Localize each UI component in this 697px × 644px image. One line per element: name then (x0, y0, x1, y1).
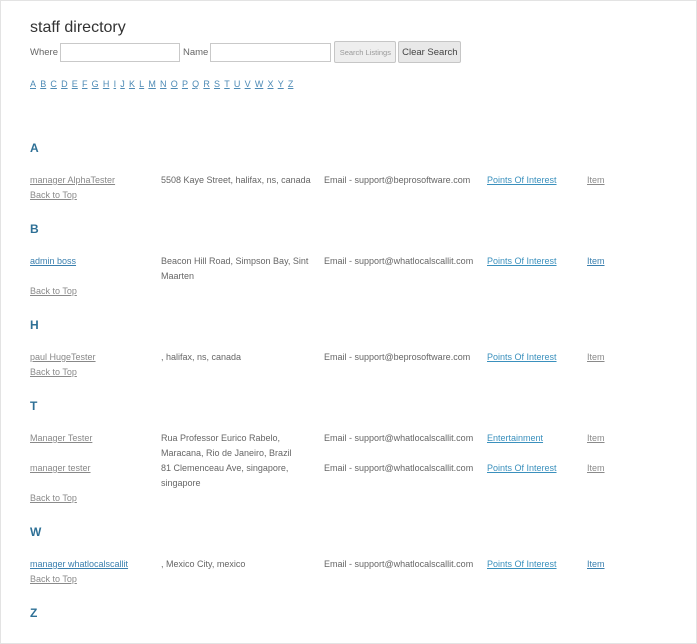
section-heading-w: W (30, 525, 42, 539)
category-link[interactable]: Points Of Interest (487, 350, 557, 365)
staff-address: Beacon Hill Road, Simpson Bay, Sint Maar… (161, 256, 309, 281)
search-listings-button[interactable]: Search Listings (334, 41, 397, 63)
item-link[interactable]: Item (587, 461, 605, 476)
alpha-link-v[interactable]: V (245, 79, 251, 91)
alpha-link-k[interactable]: K (129, 79, 135, 91)
name-label: Name (182, 46, 209, 58)
alpha-link-f[interactable]: F (82, 79, 88, 91)
staff-name-link[interactable]: paul HugeTester (30, 350, 96, 365)
section-heading-t: T (30, 399, 38, 413)
section-heading-a: A (30, 141, 39, 155)
staff-email: Email - support@whatlocalscallit.com (324, 559, 474, 569)
page-frame (0, 0, 697, 644)
category-link[interactable]: Points Of Interest (487, 254, 557, 269)
alpha-link-t[interactable]: T (224, 79, 230, 91)
alpha-link-q[interactable]: Q (192, 79, 199, 91)
alpha-link-n[interactable]: N (160, 79, 167, 91)
back-to-top-link[interactable]: Back to Top (30, 367, 77, 377)
staff-email: Email - support@whatlocalscallit.com (324, 256, 474, 266)
staff-address: 81 Clemenceau Ave, singapore, singapore (161, 463, 289, 488)
alpha-link-z[interactable]: Z (288, 79, 294, 91)
staff-address: Rua Professor Eurico Rabelo, Maracana, R… (161, 433, 292, 458)
where-label: Where (30, 46, 58, 58)
search-bar: Where Name Search Listings Clear Search (30, 41, 462, 63)
item-link[interactable]: Item (587, 173, 605, 188)
staff-name-link[interactable]: manager whatlocalscallit (30, 557, 128, 572)
staff-email: Email - support@whatlocalscallit.com (324, 433, 474, 443)
page-title: staff directory (30, 18, 126, 36)
staff-name-link[interactable]: manager tester (30, 461, 91, 476)
alpha-link-o[interactable]: O (171, 79, 178, 91)
alpha-link-g[interactable]: G (92, 79, 99, 91)
item-link[interactable]: Item (587, 431, 605, 446)
section-heading-b: B (30, 222, 39, 236)
staff-address: 5508 Kaye Street, halifax, ns, canada (161, 175, 311, 185)
staff-address: , halifax, ns, canada (161, 352, 242, 362)
staff-name-link[interactable]: admin boss (30, 254, 76, 269)
back-to-top-link[interactable]: Back to Top (30, 286, 77, 296)
where-input[interactable] (59, 42, 180, 62)
alpha-link-l[interactable]: L (139, 79, 144, 91)
staff-name-link[interactable]: Manager Tester (30, 431, 92, 446)
alpha-link-x[interactable]: X (268, 79, 274, 91)
category-link[interactable]: Entertainment (487, 431, 543, 446)
alphabet-nav: ABCDEFGHIJKLMNOPQRSTUVWXYZ (30, 79, 298, 91)
back-to-top-link[interactable]: Back to Top (30, 574, 77, 584)
alpha-link-a[interactable]: A (30, 79, 36, 91)
alpha-link-w[interactable]: W (255, 79, 264, 91)
staff-email: Email - support@whatlocalscallit.com (324, 463, 474, 473)
alpha-link-b[interactable]: B (40, 79, 46, 91)
alpha-link-u[interactable]: U (234, 79, 241, 91)
staff-email: Email - support@beprosoftware.com (324, 175, 471, 185)
alpha-link-s[interactable]: S (214, 79, 220, 91)
staff-email: Email - support@beprosoftware.com (324, 352, 471, 362)
name-input[interactable] (210, 42, 332, 62)
category-link[interactable]: Points Of Interest (487, 557, 557, 572)
category-link[interactable]: Points Of Interest (487, 173, 557, 188)
category-link[interactable]: Points Of Interest (487, 461, 557, 476)
back-to-top-link[interactable]: Back to Top (30, 493, 77, 503)
clear-search-button[interactable]: Clear Search (398, 41, 462, 63)
section-heading-z: Z (30, 606, 38, 620)
item-link[interactable]: Item (587, 254, 605, 269)
staff-name-link[interactable]: manager AlphaTester (30, 173, 115, 188)
section-heading-h: H (30, 318, 39, 332)
alpha-link-e[interactable]: E (72, 79, 78, 91)
staff-address: , Mexico City, mexico (161, 559, 246, 569)
alpha-link-r[interactable]: R (203, 79, 210, 91)
alpha-link-y[interactable]: Y (278, 79, 284, 91)
item-link[interactable]: Item (587, 557, 605, 572)
item-link[interactable]: Item (587, 350, 605, 365)
alpha-link-p[interactable]: P (182, 79, 188, 91)
back-to-top-link[interactable]: Back to Top (30, 190, 77, 200)
alpha-link-m[interactable]: M (148, 79, 156, 91)
alpha-link-c[interactable]: C (50, 79, 57, 91)
alpha-link-d[interactable]: D (61, 79, 68, 91)
alpha-link-j[interactable]: J (120, 79, 125, 91)
alpha-link-h[interactable]: H (103, 79, 110, 91)
alpha-link-i[interactable]: I (114, 79, 117, 91)
